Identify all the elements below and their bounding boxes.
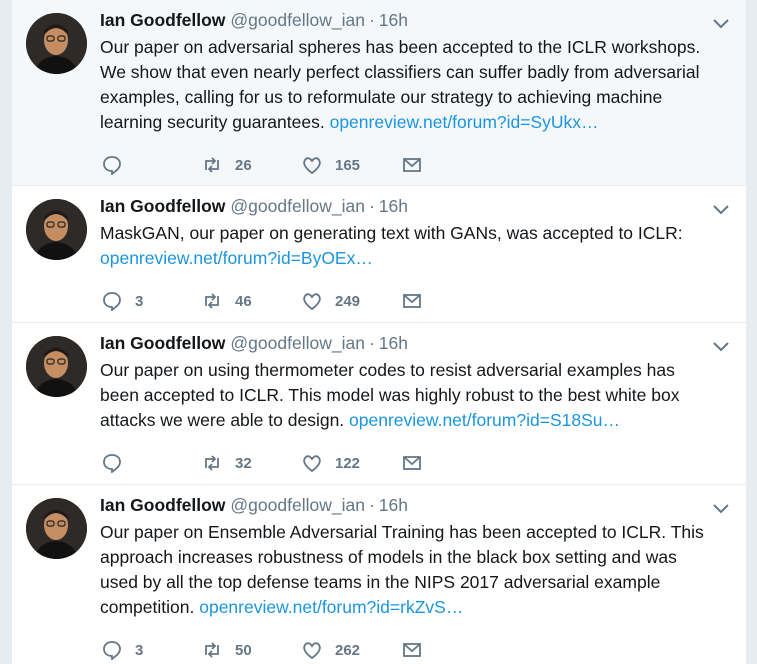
like-icon	[303, 642, 321, 660]
tweet-link[interactable]: openreview.net/forum?id=SyUkx…	[330, 112, 599, 132]
reply-button[interactable]	[102, 155, 202, 175]
reply-icon	[103, 641, 121, 660]
like-count: 122	[335, 454, 361, 472]
author-name[interactable]: Ian Goodfellow	[100, 333, 225, 354]
tweet-timeline: Ian Goodfellow @goodfellow_ian · 16h Our…	[12, 0, 746, 664]
tweet-header: Ian Goodfellow @goodfellow_ian · 16h	[100, 495, 732, 519]
separator-dot: ·	[368, 10, 375, 30]
tweet-actions: 32 122	[102, 433, 732, 493]
tweet-text: Our paper on adversarial spheres has bee…	[100, 37, 701, 132]
message-icon	[403, 456, 421, 470]
author-handle[interactable]: @goodfellow_ian	[230, 333, 365, 354]
reply-icon	[103, 454, 121, 473]
reply-icon	[103, 156, 121, 175]
retweet-icon	[205, 157, 219, 173]
separator-dot: ·	[368, 333, 375, 353]
tweet[interactable]: Ian Goodfellow @goodfellow_ian · 16h Our…	[12, 0, 746, 186]
author-handle[interactable]: @goodfellow_ian	[230, 196, 365, 217]
author-name[interactable]: Ian Goodfellow	[100, 10, 225, 31]
tweet[interactable]: Ian Goodfellow @goodfellow_ian · 16h Mas…	[12, 186, 746, 323]
retweet-count: 32	[235, 454, 252, 472]
retweet-icon	[205, 642, 219, 658]
message-icon	[403, 294, 421, 308]
tweet[interactable]: Ian Goodfellow @goodfellow_ian · 16h Our…	[12, 485, 746, 664]
author-handle[interactable]: @goodfellow_ian	[230, 10, 365, 31]
separator-dot: ·	[368, 495, 375, 515]
retweet-count: 26	[235, 156, 252, 174]
message-icon	[403, 158, 421, 172]
tweet-link[interactable]: openreview.net/forum?id=ByOEx…	[100, 248, 373, 268]
like-button[interactable]: 122	[302, 453, 402, 473]
tweet-link[interactable]: openreview.net/forum?id=S18Su…	[349, 410, 620, 430]
direct-message-button[interactable]	[402, 155, 502, 175]
reply-count: 3	[135, 292, 144, 310]
chevron-down-icon[interactable]	[712, 204, 730, 216]
tweet-text: Our paper on Ensemble Adversarial Traini…	[100, 522, 704, 617]
direct-message-button[interactable]	[402, 453, 502, 473]
chevron-down-icon[interactable]	[712, 503, 730, 515]
retweet-count: 50	[235, 641, 252, 659]
like-count: 249	[335, 292, 361, 310]
retweet-button[interactable]: 46	[202, 291, 302, 311]
tweet-text: Our paper on using thermometer codes to …	[100, 360, 680, 430]
avatar[interactable]	[26, 498, 87, 559]
reply-button[interactable]	[102, 453, 202, 473]
reply-icon	[103, 292, 121, 311]
tweet-header: Ian Goodfellow @goodfellow_ian · 16h	[100, 196, 732, 220]
timestamp[interactable]: 16h	[379, 196, 408, 217]
author-name[interactable]: Ian Goodfellow	[100, 196, 225, 217]
tweet-actions: 3 50 262	[102, 620, 732, 664]
separator-dot: ·	[368, 196, 375, 216]
retweet-button[interactable]: 50	[202, 640, 302, 660]
like-icon	[303, 455, 321, 473]
timestamp[interactable]: 16h	[379, 495, 408, 516]
tweet-header: Ian Goodfellow @goodfellow_ian · 16h	[100, 333, 732, 357]
timestamp[interactable]: 16h	[379, 333, 408, 354]
tweet-text: MaskGAN, our paper on generating text wi…	[100, 223, 683, 268]
reply-button[interactable]: 3	[102, 640, 202, 660]
message-icon	[403, 643, 421, 657]
avatar[interactable]	[26, 199, 87, 260]
like-button[interactable]: 165	[302, 155, 402, 175]
reply-button[interactable]: 3	[102, 291, 202, 311]
chevron-down-icon[interactable]	[712, 18, 730, 30]
retweet-icon	[205, 455, 219, 471]
retweet-icon	[205, 293, 219, 309]
direct-message-button[interactable]	[402, 640, 502, 660]
avatar[interactable]	[26, 336, 87, 397]
chevron-down-icon[interactable]	[712, 341, 730, 353]
author-handle[interactable]: @goodfellow_ian	[230, 495, 365, 516]
tweet-link[interactable]: openreview.net/forum?id=rkZvS…	[199, 597, 463, 617]
reply-count: 3	[135, 641, 144, 659]
tweet-header: Ian Goodfellow @goodfellow_ian · 16h	[100, 10, 732, 34]
avatar[interactable]	[26, 13, 87, 74]
tweet-actions: 3 46 249	[102, 271, 732, 331]
retweet-button[interactable]: 32	[202, 453, 302, 473]
retweet-count: 46	[235, 292, 252, 310]
tweet[interactable]: Ian Goodfellow @goodfellow_ian · 16h Our…	[12, 323, 746, 485]
author-name[interactable]: Ian Goodfellow	[100, 495, 225, 516]
direct-message-button[interactable]	[402, 291, 502, 311]
like-count: 262	[335, 641, 361, 659]
timestamp[interactable]: 16h	[379, 10, 408, 31]
like-icon	[303, 293, 321, 311]
like-button[interactable]: 249	[302, 291, 402, 311]
like-count: 165	[335, 156, 361, 174]
retweet-button[interactable]: 26	[202, 155, 302, 175]
like-button[interactable]: 262	[302, 640, 402, 660]
like-icon	[303, 157, 321, 175]
